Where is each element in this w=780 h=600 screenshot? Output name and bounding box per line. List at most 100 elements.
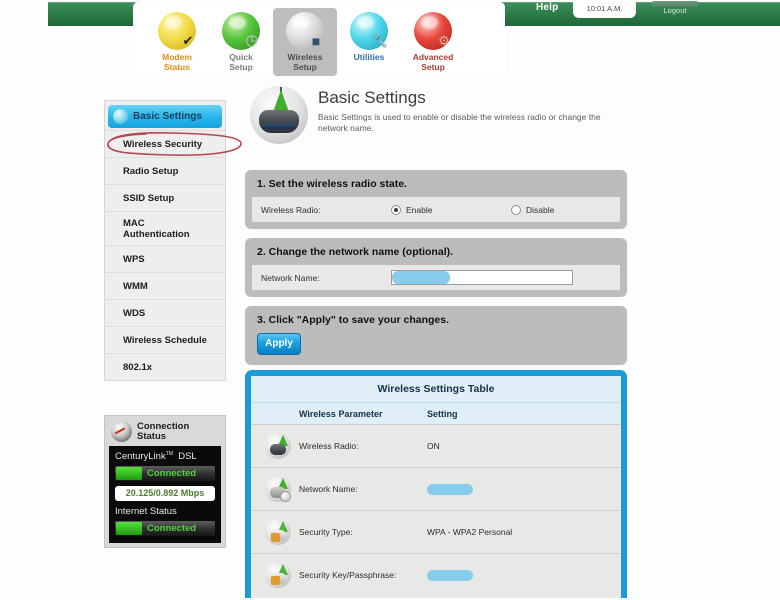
- signal-waves-icon: [273, 90, 289, 112]
- network-name-label: Network Name:: [261, 272, 320, 283]
- sidebar-item-label: WPS: [123, 253, 145, 265]
- section-radio-state: 1. Set the wireless radio state. Wireles…: [245, 170, 627, 229]
- wrench-icon: 🔧: [371, 33, 389, 48]
- nav-item-wireless-setup[interactable]: ■ Wireless Setup: [273, 8, 337, 76]
- header-parameter: Wireless Parameter: [299, 408, 383, 419]
- row-setting: [427, 569, 621, 581]
- status-led-icon: [116, 467, 142, 481]
- router-icon: ■: [311, 33, 321, 49]
- nav-label-line2: Setup: [229, 62, 253, 72]
- sidebar-item-radio-setup[interactable]: Radio Setup: [105, 157, 225, 184]
- row-setting: [427, 483, 621, 495]
- red-orb-gears-icon: ⚙: [414, 12, 452, 50]
- sidebar-item-wmm[interactable]: WMM: [105, 272, 225, 299]
- isp-service: DSL: [178, 451, 197, 463]
- nav-item-modem-status[interactable]: ✔ Modem Status: [145, 8, 209, 76]
- row-parameter: Security Key/Passphrase:: [299, 570, 397, 580]
- wireless-radio-row: Wireless Radio: Enable Disable: [252, 197, 620, 222]
- page-header: Basic Settings Basic Settings is used to…: [250, 86, 640, 144]
- nav-label-line1: Modem: [162, 52, 192, 62]
- sidebar-item-mac-authentication[interactable]: MAC Authentication: [105, 211, 225, 245]
- section1-heading: 1. Set the wireless radio state.: [257, 178, 407, 190]
- sidebar-item-wireless-security[interactable]: Wireless Security: [105, 130, 225, 157]
- yellow-orb-check-icon: ✔: [158, 12, 196, 50]
- nav-label-line1: Quick: [229, 52, 253, 62]
- security-key-icon: [265, 519, 291, 545]
- radio-enable-label: Enable: [406, 204, 433, 215]
- help-link[interactable]: Help: [536, 2, 558, 13]
- logout-label: Logout: [663, 6, 687, 15]
- dsl-status-bar: Connected: [115, 466, 215, 482]
- row-setting: WPA - WPA2 Personal: [427, 527, 513, 537]
- nav-label-line2: Setup: [293, 62, 317, 72]
- main-navigation: ✔ Modem Status ◷ Quick Setup ■ Wireless …: [133, 8, 505, 78]
- sidebar-item-label: WDS: [123, 307, 146, 319]
- nav-label-line1: Utilities: [353, 52, 385, 62]
- router-body: [259, 110, 299, 133]
- sidebar-item-label: SSID Setup: [123, 192, 175, 204]
- wireless-radio-label: Wireless Radio:: [261, 204, 321, 215]
- row-parameter: Wireless Radio:: [299, 441, 359, 451]
- sidebar-item-label: Wireless Security: [123, 138, 203, 150]
- table-row: Network Name:: [251, 467, 621, 510]
- connection-status-title-line1: Connection: [137, 420, 190, 432]
- sidebar-item-802-1x[interactable]: 802.1x: [105, 353, 225, 380]
- row-icon-cell: [251, 519, 299, 545]
- connection-status-panel: Connection Status CenturyLinkTM DSL Conn…: [104, 415, 226, 549]
- key-icon: [271, 533, 280, 542]
- apply-button[interactable]: Apply: [257, 333, 301, 355]
- router-body: [270, 444, 286, 455]
- key-icon: [271, 576, 280, 585]
- isp-trademark: TM: [165, 451, 173, 457]
- sidebar-item-label: WMM: [123, 280, 148, 292]
- table-row: Security Key/Passphrase:: [251, 553, 621, 596]
- nav-item-advanced-setup[interactable]: ⚙ Advanced Setup: [401, 8, 465, 76]
- isp-name: CenturyLink: [115, 451, 166, 463]
- nav-item-utilities[interactable]: 🔧 Utilities: [337, 8, 401, 66]
- status-led-icon: [116, 522, 142, 536]
- nav-label-line1: Advanced: [412, 52, 454, 62]
- check-icon: ✔: [182, 33, 194, 48]
- radio-enable-icon[interactable]: [391, 204, 401, 215]
- sidebar-item-label: MAC Authentication: [123, 217, 190, 240]
- sidebar-item-label: Wireless Schedule: [123, 334, 207, 346]
- security-key-icon: [265, 562, 291, 588]
- connection-status-header: Connection Status: [105, 416, 225, 446]
- sidebar-item-label: Radio Setup: [123, 165, 179, 177]
- wireless-settings-table: Wireless Settings Table Wireless Paramet…: [245, 370, 627, 598]
- radio-disable-icon[interactable]: [511, 204, 521, 215]
- logout-button[interactable]: Logout: [652, 1, 698, 18]
- connection-status-title-line2: Status: [137, 430, 167, 442]
- page-subtitle: Basic Settings is used to enable or disa…: [318, 112, 601, 133]
- dsl-status-text: Connected: [147, 468, 197, 480]
- clock-icon: ◷: [245, 32, 259, 49]
- sidebar-item-label: Basic Settings: [133, 111, 202, 122]
- row-icon-cell: [251, 433, 299, 459]
- radio-disable-label: Disable: [526, 204, 555, 215]
- row-parameter: Security Type:: [299, 527, 353, 537]
- router-admin-page: Help 10:01 A.M. Logout ✔ Modem Status ◷ …: [0, 0, 780, 600]
- network-name-input[interactable]: [391, 270, 573, 285]
- router-leds: [263, 124, 295, 129]
- sidebar-item-wps[interactable]: WPS: [105, 245, 225, 272]
- sidebar-item-label: 802.1x: [123, 361, 153, 373]
- internet-status-text: Connected: [147, 523, 197, 535]
- sidebar-item-wds[interactable]: WDS: [105, 299, 225, 326]
- nav-label-line2: Status: [164, 62, 190, 72]
- internet-status-label: Internet Status: [115, 506, 177, 518]
- sidebar-item-ssid-setup[interactable]: SSID Setup: [105, 184, 225, 211]
- radio-option-disable[interactable]: Disable: [511, 204, 555, 215]
- isp-line: CenturyLinkTM DSL: [115, 451, 215, 462]
- wireless-table-title: Wireless Settings Table: [251, 376, 621, 402]
- speed-readout: 20.125/0.892 Mbps: [115, 486, 215, 502]
- table-row: Wireless Radio: ON: [251, 424, 621, 467]
- sidebar-item-wireless-schedule[interactable]: Wireless Schedule: [105, 326, 225, 353]
- green-orb-clock-icon: ◷: [222, 12, 260, 50]
- redaction-overlay: [392, 271, 450, 284]
- network-name-row: Network Name:: [252, 265, 620, 290]
- cyan-orb-tools-icon: 🔧: [350, 12, 388, 50]
- radio-option-enable[interactable]: Enable: [391, 204, 511, 215]
- row-setting: ON: [427, 441, 440, 451]
- nav-item-quick-setup[interactable]: ◷ Quick Setup: [209, 8, 273, 76]
- sidebar-item-basic-settings[interactable]: Basic Settings: [108, 105, 222, 128]
